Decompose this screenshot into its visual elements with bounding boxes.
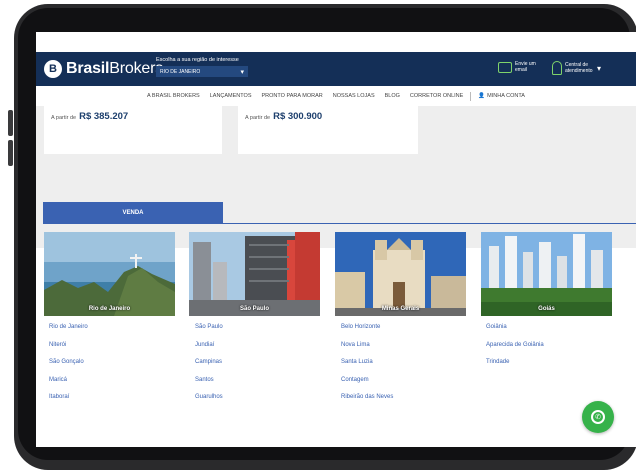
- region-prompt: Escolha a sua região de interesse: [156, 57, 239, 63]
- city-link[interactable]: Niterói: [49, 342, 88, 360]
- price-row: A partir de R$ 385.207: [51, 111, 128, 122]
- volume-button: [8, 110, 13, 136]
- brand-name-bold: Brasil: [66, 60, 110, 77]
- envelope-icon: [498, 61, 512, 73]
- city-link[interactable]: Trindade: [486, 359, 544, 377]
- price-prefix: A partir de: [51, 115, 77, 121]
- property-card[interactable]: A partir de R$ 300.900: [238, 106, 418, 154]
- city-link[interactable]: Itaboraí: [49, 394, 88, 412]
- city-link[interactable]: Goiânia: [486, 324, 544, 342]
- menu-item-brasil-brokers[interactable]: A BRASIL BROKERS: [147, 93, 200, 99]
- tab-venda[interactable]: VENDA: [43, 202, 223, 224]
- city-card-minas-gerais[interactable]: Minas Gerais: [335, 232, 466, 316]
- property-card[interactable]: A partir de R$ 385.207: [44, 106, 222, 154]
- rio-de-janeiro-photo: [44, 232, 175, 316]
- city-link[interactable]: São Paulo: [195, 324, 223, 342]
- central-label: Central de atendimento: [565, 62, 593, 74]
- menu-item-nossas-lojas[interactable]: NOSSAS LOJAS: [333, 93, 375, 99]
- city-link[interactable]: Guarulhos: [195, 394, 223, 412]
- tab-label: VENDA: [122, 210, 144, 216]
- minha-conta-label: MINHA CONTA: [487, 93, 525, 99]
- city-link[interactable]: Campinas: [195, 359, 223, 377]
- price-prefix: A partir de: [245, 115, 271, 121]
- price-row: A partir de R$ 300.900: [245, 111, 322, 122]
- brand-name-regular: Brokers: [109, 60, 164, 77]
- city-link[interactable]: Rio de Janeiro: [49, 324, 88, 342]
- logo-mark: B: [49, 62, 57, 75]
- menu-item-lancamentos[interactable]: LANÇAMENTOS: [210, 93, 252, 99]
- building-logo-icon: B: [44, 60, 62, 78]
- main-menu: A BRASIL BROKERS LANÇAMENTOS PRONTO PARA…: [36, 86, 636, 107]
- tab-underline: [43, 223, 636, 224]
- screen: B BrasilBrokers Escolha a sua região de …: [36, 32, 636, 447]
- city-name: São Paulo: [239, 306, 269, 312]
- menu-item-blog[interactable]: BLOG: [385, 93, 400, 99]
- whatsapp-icon: ✆: [591, 410, 605, 424]
- email-label: Envie um email: [515, 61, 536, 73]
- user-icon: 👤: [478, 93, 486, 99]
- city-link[interactable]: Santos: [195, 377, 223, 395]
- city-name: Goiás: [538, 306, 555, 312]
- city-link[interactable]: Aparecida de Goiânia: [486, 342, 544, 360]
- menu-item-pronto-para-morar[interactable]: PRONTO PARA MORAR: [262, 93, 323, 99]
- central-link[interactable]: Central de atendimento ▾: [552, 61, 601, 75]
- city-link[interactable]: Jundiaí: [195, 342, 223, 360]
- city-link[interactable]: Ribeirão das Neves: [341, 394, 393, 412]
- featured-section: A partir de R$ 385.207 A partir de R$ 300.…: [36, 106, 636, 248]
- email-link[interactable]: Envie um email: [498, 61, 545, 73]
- site-header: B BrasilBrokers Escolha a sua região de …: [36, 52, 636, 86]
- city-name: Rio de Janeiro: [88, 306, 131, 312]
- menu-divider: [470, 91, 472, 101]
- city-card-rio-de-janeiro[interactable]: Rio de Janeiro: [44, 232, 175, 316]
- whatsapp-button[interactable]: ✆: [582, 401, 614, 433]
- status-area: [36, 32, 636, 52]
- city-link[interactable]: Belo Horizonte: [341, 324, 393, 342]
- minas-gerais-photo: [335, 232, 466, 316]
- region-selector: Escolha a sua região de interesse RIO DE…: [156, 57, 248, 77]
- city-links-sao-paulo: São Paulo Jundiaí Campinas Santos Guarul…: [195, 324, 223, 412]
- property-price: R$ 300.900: [273, 111, 323, 122]
- goias-photo: [481, 232, 612, 316]
- menu-item-minha-conta[interactable]: 👤 MINHA CONTA: [478, 93, 525, 99]
- volume-button: [8, 140, 13, 166]
- city-card-goias[interactable]: Goiás: [481, 232, 612, 316]
- city-link[interactable]: São Gonçalo: [49, 359, 88, 377]
- brand-name: BrasilBrokers: [66, 60, 163, 78]
- city-card-sao-paulo[interactable]: São Paulo: [189, 232, 320, 316]
- city-link[interactable]: Nova Lima: [341, 342, 393, 360]
- headset-icon: [552, 61, 562, 75]
- menu-item-corretor-online[interactable]: CORRETOR ONLINE: [410, 93, 463, 99]
- region-value: RIO DE JANEIRO: [160, 68, 201, 75]
- city-link[interactable]: Santa Luzia: [341, 359, 393, 377]
- city-link[interactable]: Contagem: [341, 377, 393, 395]
- city-name: Minas Gerais: [381, 306, 420, 312]
- city-links-rio-de-janeiro: Rio de Janeiro Niterói São Gonçalo Maric…: [49, 324, 88, 412]
- brand-logo[interactable]: B BrasilBrokers: [44, 59, 163, 79]
- chevron-down-icon: ▾: [240, 68, 244, 76]
- property-price: R$ 385.207: [79, 111, 129, 122]
- sao-paulo-photo: [189, 232, 320, 316]
- region-dropdown[interactable]: RIO DE JANEIRO ▾: [156, 66, 248, 77]
- city-links-minas-gerais: Belo Horizonte Nova Lima Santa Luzia Con…: [341, 324, 393, 412]
- chevron-down-icon: ▾: [597, 63, 602, 73]
- city-links-goias: Goiânia Aparecida de Goiânia Trindade: [486, 324, 544, 377]
- city-link[interactable]: Maricá: [49, 377, 88, 395]
